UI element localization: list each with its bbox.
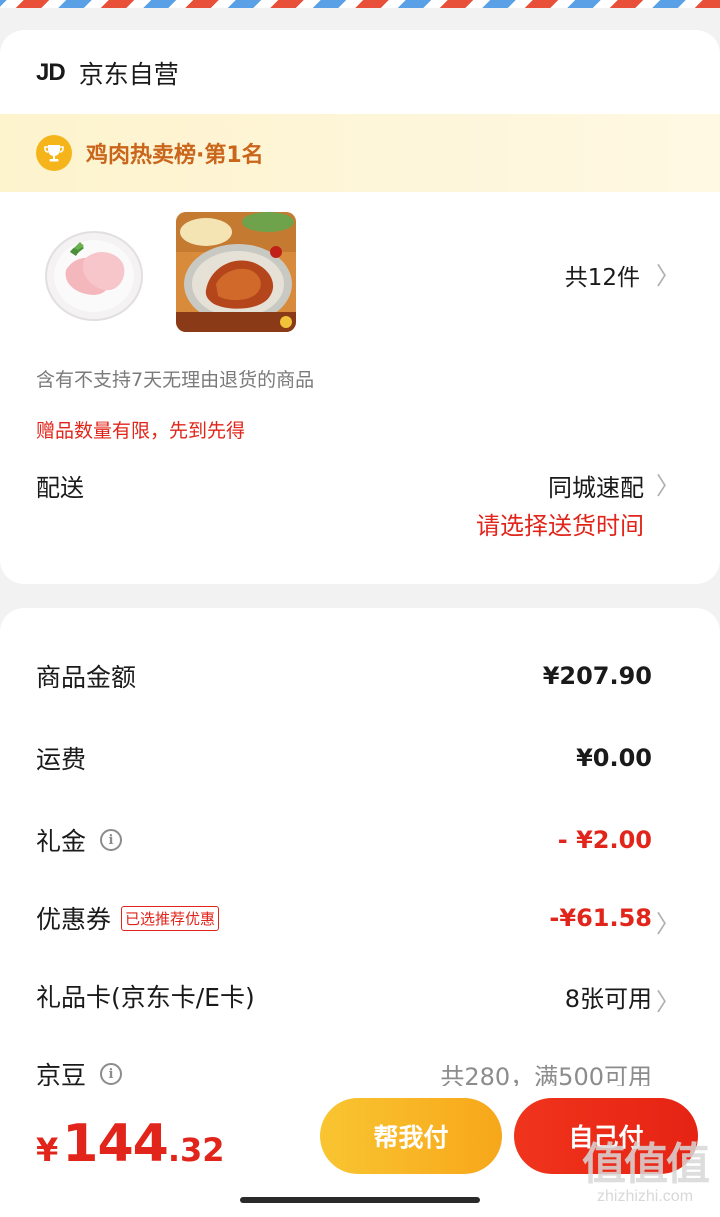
summary-row-gift-cash: 礼金 i - ¥2.00 bbox=[36, 820, 652, 860]
shipping-label: 运费 bbox=[36, 745, 87, 774]
home-indicator[interactable] bbox=[240, 1197, 480, 1203]
rank-text: 鸡肉热卖榜·第1名 bbox=[86, 143, 264, 168]
gift-limit-note: 赠品数量有限，先到先得 bbox=[36, 420, 246, 442]
price-summary-card: 商品金额 ¥207.90 运费 ¥0.00 礼金 i - ¥2.00 优惠券 已… bbox=[0, 608, 720, 1128]
shop-name: 京东自营 bbox=[78, 60, 179, 89]
order-confirm-page: JD 京东自营 鸡肉热卖榜·第1名 共12件 〉 含有不支持7天无理由退货的商品… bbox=[0, 0, 720, 1217]
total-price: ¥ 144 .32 bbox=[36, 1114, 225, 1174]
summary-row-gift-card[interactable]: 礼品卡(京东卡/E卡) 8张可用 bbox=[36, 976, 652, 1016]
summary-row-shipping: 运费 ¥0.00 bbox=[36, 738, 652, 778]
airmail-stripe bbox=[0, 0, 720, 8]
order-card: JD 京东自营 鸡肉热卖榜·第1名 共12件 〉 含有不支持7天无理由退货的商品… bbox=[0, 30, 720, 584]
coupon-value: -¥61.58 bbox=[549, 904, 652, 932]
trophy-icon bbox=[36, 135, 72, 171]
shop-header: JD 京东自营 bbox=[36, 58, 179, 89]
subtotal-label: 商品金额 bbox=[36, 663, 137, 692]
gift-cash-value: - ¥2.00 bbox=[557, 826, 652, 854]
currency-symbol: ¥ bbox=[36, 1131, 59, 1169]
coupon-tag: 已选推荐优惠 bbox=[121, 905, 220, 931]
product-image-roast-chicken[interactable] bbox=[176, 212, 296, 332]
chevron-right-icon[interactable]: 〉 bbox=[656, 466, 680, 501]
gift-card-value: 8张可用 bbox=[564, 984, 652, 1013]
delivery-time-prompt[interactable]: 请选择送货时间 bbox=[476, 506, 644, 541]
jd-logo-icon: JD bbox=[36, 59, 66, 86]
total-integer: 144 bbox=[62, 1114, 169, 1174]
return-policy-note: 含有不支持7天无理由退货的商品 bbox=[36, 369, 315, 391]
product-image-chicken-breast[interactable] bbox=[36, 212, 156, 332]
subtotal-value: ¥207.90 bbox=[542, 662, 652, 690]
coupon-label: 优惠券 bbox=[36, 905, 112, 934]
delivery-label: 配送 bbox=[36, 474, 84, 502]
watermark: 值值值 zhizhizhi.com bbox=[582, 1128, 710, 1206]
summary-row-coupon[interactable]: 优惠券 已选推荐优惠 -¥61.58 bbox=[36, 898, 652, 938]
shipping-value: ¥0.00 bbox=[576, 744, 652, 772]
watermark-mark: 值值值 bbox=[582, 1139, 710, 1190]
chevron-right-icon[interactable]: 〉 bbox=[656, 982, 680, 1017]
summary-row-subtotal: 商品金额 ¥207.90 bbox=[36, 656, 652, 696]
info-icon[interactable]: i bbox=[100, 829, 123, 851]
info-icon[interactable]: i bbox=[100, 1063, 123, 1085]
help-me-pay-button[interactable]: 帮我付 bbox=[320, 1098, 502, 1174]
chevron-right-icon[interactable]: 〉 bbox=[656, 904, 680, 939]
item-count[interactable]: 共12件 bbox=[565, 258, 640, 292]
rank-banner[interactable]: 鸡肉热卖榜·第1名 bbox=[0, 114, 720, 192]
gift-cash-label: 礼金 bbox=[36, 827, 87, 856]
chevron-right-icon[interactable]: 〉 bbox=[656, 256, 680, 291]
total-decimal: .32 bbox=[167, 1131, 225, 1169]
gift-card-label: 礼品卡(京东卡/E卡) bbox=[36, 983, 255, 1012]
delivery-method[interactable]: 同城速配 bbox=[548, 468, 644, 503]
